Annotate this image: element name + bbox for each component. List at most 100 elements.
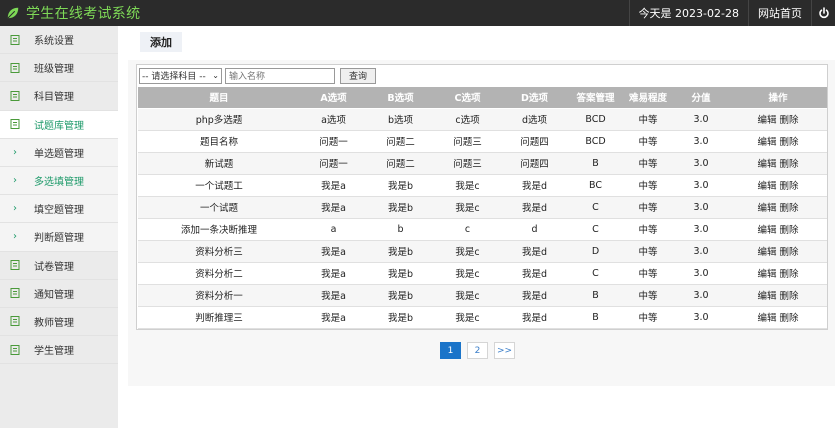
delete-link[interactable]: 删除 xyxy=(780,181,799,192)
sidebar-item-question-bank[interactable]: 试题库管理 xyxy=(0,110,118,139)
cell-b: 我是b xyxy=(367,262,434,285)
delete-link[interactable]: 删除 xyxy=(780,225,799,236)
sidebar-item-system-settings[interactable]: 系统设置 xyxy=(0,26,118,55)
edit-link[interactable]: 编辑 xyxy=(757,291,776,302)
col-header-a: A选项 xyxy=(300,87,367,109)
app-title: 学生在线考试系统 xyxy=(26,6,141,22)
sidebar-subitem-true-false[interactable]: › 判断题管理 xyxy=(0,223,118,252)
tab-add[interactable]: 添加 xyxy=(140,32,182,52)
edit-link[interactable]: 编辑 xyxy=(757,115,776,126)
cell-answer: C xyxy=(568,262,623,285)
cell-d: 问题四 xyxy=(501,152,568,175)
delete-link[interactable]: 删除 xyxy=(780,137,799,148)
cell-b: b xyxy=(367,218,434,241)
cell-actions: 编辑 删除 xyxy=(729,152,827,175)
cell-score: 3.0 xyxy=(673,196,729,219)
table-row: 资料分析二 我是a 我是b 我是c 我是d C 中等 3.0 编辑 删除 xyxy=(138,262,827,285)
cell-b: 问题二 xyxy=(367,130,434,153)
edit-link[interactable]: 编辑 xyxy=(757,225,776,236)
power-icon xyxy=(818,7,829,19)
subject-select[interactable]: -- 请选择科目 -- ⌄ xyxy=(139,67,222,84)
cell-title: 一个试题工 xyxy=(138,174,300,197)
cell-c: 我是c xyxy=(434,306,501,329)
leaf-logo-icon xyxy=(7,7,19,19)
document-icon xyxy=(10,62,20,73)
logout-button[interactable] xyxy=(811,0,835,26)
cell-title: 添加一条决断推理 xyxy=(138,218,300,241)
delete-link[interactable]: 删除 xyxy=(780,269,799,280)
home-link[interactable]: 网站首页 xyxy=(748,0,811,26)
cell-difficulty: 中等 xyxy=(623,284,673,307)
edit-link[interactable]: 编辑 xyxy=(757,181,776,192)
cell-a: a选项 xyxy=(300,108,367,131)
sidebar-item-label: 判断题管理 xyxy=(34,233,84,245)
edit-link[interactable]: 编辑 xyxy=(757,247,776,258)
sidebar-item-exam-papers[interactable]: 试卷管理 xyxy=(0,252,118,280)
edit-link[interactable]: 编辑 xyxy=(757,137,776,148)
content-area: -- 请选择科目 -- ⌄ 查询 题目 A选项 B选项 C选项 D选项 答案管理… xyxy=(128,60,835,386)
filter-bar: -- 请选择科目 -- ⌄ 查询 xyxy=(139,67,377,84)
cell-answer: B xyxy=(568,152,623,175)
delete-link[interactable]: 删除 xyxy=(780,159,799,170)
cell-actions: 编辑 删除 xyxy=(729,130,827,153)
cell-b: 我是b xyxy=(367,284,434,307)
cell-a: 问题一 xyxy=(300,152,367,175)
sidebar-item-subject-management[interactable]: 科目管理 xyxy=(0,82,118,111)
name-search-input[interactable] xyxy=(225,67,335,84)
cell-b: b选项 xyxy=(367,108,434,131)
cell-d: 我是d xyxy=(501,262,568,285)
query-button[interactable]: 查询 xyxy=(340,67,377,84)
delete-link[interactable]: 删除 xyxy=(780,203,799,214)
cell-title: 资料分析一 xyxy=(138,284,300,307)
sidebar-item-label: 系统设置 xyxy=(34,36,74,48)
page-button-2[interactable]: 2 xyxy=(467,342,488,359)
delete-link[interactable]: 删除 xyxy=(780,247,799,258)
edit-link[interactable]: 编辑 xyxy=(757,159,776,170)
cell-difficulty: 中等 xyxy=(623,108,673,131)
question-table: 题目 A选项 B选项 C选项 D选项 答案管理 难易程度 分值 操作 php多选… xyxy=(138,87,827,329)
brand: 学生在线考试系统 xyxy=(6,3,140,23)
cell-b: 问题二 xyxy=(367,152,434,175)
cell-a: 问题一 xyxy=(300,130,367,153)
col-header-b: B选项 xyxy=(367,87,434,109)
sidebar-item-students[interactable]: 学生管理 xyxy=(0,336,118,365)
cell-difficulty: 中等 xyxy=(623,196,673,219)
sidebar-item-notices[interactable]: 通知管理 xyxy=(0,280,118,308)
sidebar-item-teachers[interactable]: 教师管理 xyxy=(0,308,118,337)
edit-link[interactable]: 编辑 xyxy=(757,203,776,214)
sidebar-subitem-single-choice[interactable]: › 单选题管理 xyxy=(0,138,118,167)
date-display: 今天是 2023-02-28 xyxy=(628,0,748,26)
document-icon xyxy=(10,90,20,101)
edit-link[interactable]: 编辑 xyxy=(757,313,776,324)
delete-link[interactable]: 删除 xyxy=(780,313,799,324)
cell-c: 我是c xyxy=(434,262,501,285)
cell-title: 资料分析三 xyxy=(138,240,300,263)
delete-link[interactable]: 删除 xyxy=(780,115,799,126)
cell-b: 我是b xyxy=(367,240,434,263)
edit-link[interactable]: 编辑 xyxy=(757,269,776,280)
cell-a: 我是a xyxy=(300,174,367,197)
cell-d: d xyxy=(501,218,568,241)
cell-score: 3.0 xyxy=(673,240,729,263)
cell-answer: BCD xyxy=(568,130,623,153)
page-button-1[interactable]: 1 xyxy=(440,342,461,359)
document-icon xyxy=(10,260,20,271)
cell-answer: B xyxy=(568,306,623,329)
sidebar-subitem-multiple-choice[interactable]: › 多选填管理 xyxy=(0,166,118,196)
delete-link[interactable]: 删除 xyxy=(780,291,799,302)
cell-a: 我是a xyxy=(300,284,367,307)
document-icon xyxy=(10,288,20,299)
cell-difficulty: 中等 xyxy=(623,218,673,241)
cell-title: 题目名称 xyxy=(138,130,300,153)
cell-difficulty: 中等 xyxy=(623,240,673,263)
document-icon xyxy=(10,34,20,45)
cell-score: 3.0 xyxy=(673,284,729,307)
sidebar-item-class-management[interactable]: 班级管理 xyxy=(0,54,118,83)
cell-title: php多选题 xyxy=(138,108,300,131)
sidebar-item-label: 教师管理 xyxy=(34,317,74,329)
next-page-button[interactable]: >> xyxy=(494,342,515,359)
table-row: 新试题 问题一 问题二 问题三 问题四 B 中等 3.0 编辑 删除 xyxy=(138,152,827,175)
sidebar-subitem-fill-blank[interactable]: › 填空题管理 xyxy=(0,195,118,224)
sidebar-item-label: 试卷管理 xyxy=(34,261,74,273)
cell-a: 我是a xyxy=(300,196,367,219)
